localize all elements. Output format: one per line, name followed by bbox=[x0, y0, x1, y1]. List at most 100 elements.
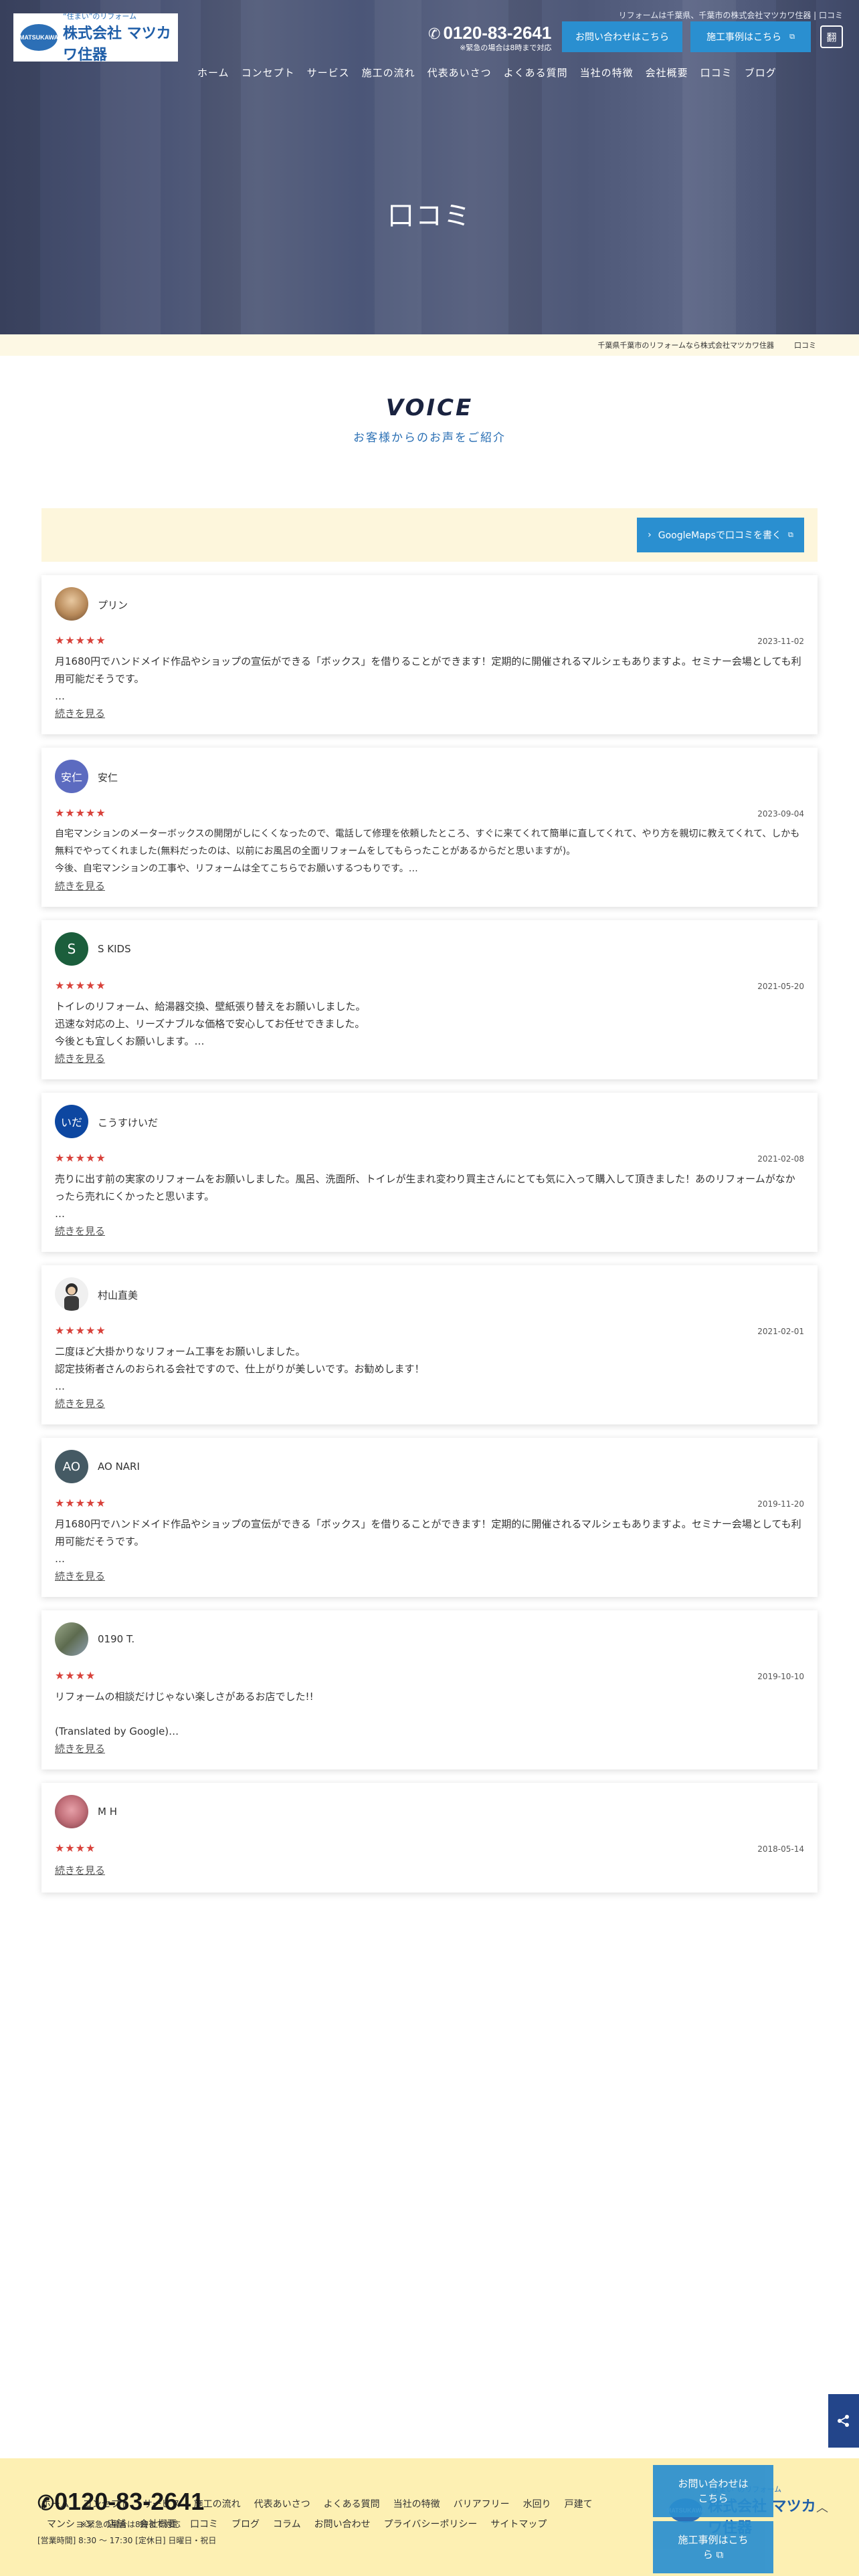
rating-stars: ★★★★★ bbox=[55, 1152, 106, 1164]
footer-link[interactable]: お問い合わせ bbox=[314, 2517, 371, 2531]
read-more-link[interactable]: 続きを見る bbox=[55, 1741, 105, 1755]
translate-icon[interactable]: 翻 bbox=[820, 25, 843, 48]
rating-stars: ★★★★★ bbox=[55, 634, 106, 647]
nav-home[interactable]: ホーム bbox=[197, 66, 229, 80]
footer-contact-button[interactable]: お問い合わせは こちら bbox=[653, 2465, 773, 2517]
share-button[interactable] bbox=[828, 2394, 859, 2448]
avatar bbox=[55, 1277, 88, 1311]
nav-blog[interactable]: ブログ bbox=[745, 66, 777, 80]
footer-link[interactable]: バリアフリー bbox=[454, 2497, 510, 2510]
read-more-link[interactable]: 続きを見る bbox=[55, 879, 105, 893]
review-card: AO AO NARI ★★★★★ 2019-11-20 月1680円でハンドメイ… bbox=[41, 1438, 818, 1597]
review-text: 売りに出す前の実家のリフォームをお願いしました。風呂、洗面所、トイレが生まれ変わ… bbox=[55, 1173, 795, 1220]
read-more-link[interactable]: 続きを見る bbox=[55, 1396, 105, 1410]
gmaps-button-label: GoogleMapsで口コミを書く bbox=[658, 530, 781, 541]
avatar: 安仁 bbox=[55, 760, 88, 793]
nav-reviews[interactable]: 口コミ bbox=[700, 66, 733, 80]
reviewer-name: M H bbox=[98, 1806, 117, 1818]
rating-stars: ★★★★ bbox=[55, 1669, 96, 1682]
footer-link[interactable]: 代表あいさつ bbox=[254, 2497, 310, 2510]
phone-icon: ✆ bbox=[428, 26, 441, 43]
rating-stars: ★★★★★ bbox=[55, 979, 106, 992]
footer-tel[interactable]: ✆0120-83-2641 bbox=[37, 2488, 204, 2516]
review-text: 二度ほど大掛かりなリフォーム工事をお願いしました。 認定技術者さんのおられる会社… bbox=[55, 1346, 425, 1392]
gmaps-review-button[interactable]: › GoogleMapsで口コミを書く ⧉ bbox=[637, 518, 804, 552]
read-more-link[interactable]: 続きを見る bbox=[55, 706, 105, 720]
logo-catch: “住まい”のリフォーム bbox=[63, 12, 137, 21]
breadcrumb: 千葉県千葉市のリフォームなら株式会社マツカワ住器 口コミ bbox=[0, 334, 859, 356]
avatar bbox=[55, 587, 88, 621]
footer-link[interactable]: 戸建て bbox=[565, 2497, 593, 2510]
logo-mark: MATSUKAWA bbox=[19, 24, 58, 51]
review-card: プリン ★★★★★ 2023-11-02 月1680円でハンドメイド作品やショッ… bbox=[41, 575, 818, 734]
site-logo[interactable]: MATSUKAWA “住まい”のリフォーム 株式会社 マツカワ住器 bbox=[13, 11, 178, 64]
footer-link[interactable]: よくある質問 bbox=[324, 2497, 380, 2510]
logo-text: “住まい”のリフォーム 株式会社 マツカワ住器 bbox=[63, 11, 171, 64]
share-icon bbox=[838, 2415, 849, 2427]
review-card: 0190 T. ★★★★ 2019-10-10 リフォームの相談だけじゃない楽し… bbox=[41, 1610, 818, 1769]
gmaps-bar: › GoogleMapsで口コミを書く ⧉ bbox=[41, 508, 818, 562]
section-subtitle: お客様からのお声をご紹介 bbox=[353, 431, 506, 445]
page-title: 口コミ bbox=[387, 201, 472, 231]
nav-company[interactable]: 会社概要 bbox=[646, 66, 688, 80]
read-more-link[interactable]: 続きを見る bbox=[55, 1569, 105, 1583]
footer-link[interactable]: プライバシーポリシー bbox=[384, 2517, 478, 2531]
nav-greeting[interactable]: 代表あいさつ bbox=[427, 66, 492, 80]
reviewer-name: 0190 T. bbox=[98, 1633, 135, 1645]
breadcrumb-parent[interactable]: 千葉県千葉市のリフォームなら株式会社マツカワ住器 bbox=[597, 340, 774, 350]
tel-note: ※緊急の場合は8時まで対応 bbox=[460, 43, 552, 52]
footer-link[interactable]: ブログ bbox=[231, 2517, 260, 2531]
footer: ホーム コンセプト サービス 施工の流れ 代表あいさつ よくある質問 当社の特徴… bbox=[0, 2458, 859, 2576]
footer-hours: [営業時間] 8:30 〜 17:30 [定休日] 日曜日・祝日 bbox=[37, 2536, 217, 2545]
tel-number: 0120-83-2641 bbox=[443, 23, 552, 43]
review-date: 2019-11-20 bbox=[757, 1499, 804, 1509]
person-photo bbox=[64, 1283, 79, 1311]
avatar: いだ bbox=[55, 1105, 88, 1138]
footer-link[interactable]: 当社の特徴 bbox=[393, 2497, 440, 2510]
footer-link[interactable]: 口コミ bbox=[190, 2517, 218, 2531]
review-card: S S KIDS ★★★★★ 2021-05-20 トイレのリフォーム、給湯器交… bbox=[41, 920, 818, 1079]
nav-features[interactable]: 当社の特徴 bbox=[580, 66, 634, 80]
review-date: 2021-05-20 bbox=[757, 982, 804, 991]
external-link-icon: ⧉ bbox=[789, 32, 795, 41]
review-card: M H ★★★★ 2018-05-14 続きを見る bbox=[41, 1783, 818, 1893]
nav-concept[interactable]: コンセプト bbox=[242, 66, 295, 80]
rating-stars: ★★★★ bbox=[55, 1842, 96, 1854]
avatar bbox=[55, 1622, 88, 1656]
contact-button[interactable]: お問い合わせはこちら bbox=[562, 21, 682, 52]
review-date: 2019-10-10 bbox=[757, 1672, 804, 1681]
section-title: VOICE bbox=[385, 395, 474, 421]
read-more-link[interactable]: 続きを見る bbox=[55, 1224, 105, 1238]
header-tel[interactable]: ✆ 0120-83-2641 ※緊急の場合は8時まで対応 bbox=[428, 23, 551, 53]
review-card: いだ こうすけいだ ★★★★★ 2021-02-08 売りに出す前の実家のリフォ… bbox=[41, 1093, 818, 1252]
nav-faq[interactable]: よくある質問 bbox=[504, 66, 568, 80]
logo-name: 株式会社 マツカワ住器 bbox=[63, 25, 171, 64]
phone-icon: ✆ bbox=[37, 2492, 55, 2514]
nav-flow[interactable]: 施工の流れ bbox=[362, 66, 415, 80]
review-text: 月1680円でハンドメイド作品やショップの宣伝ができる「ボックス」を借りることが… bbox=[55, 1518, 801, 1565]
reviewer-name: 村山直美 bbox=[98, 1289, 138, 1301]
chevron-right-icon: › bbox=[648, 530, 652, 540]
rating-stars: ★★★★★ bbox=[55, 807, 106, 819]
review-date: 2023-11-02 bbox=[757, 637, 804, 646]
works-button[interactable]: 施工事例はこちら ⧉ bbox=[690, 21, 811, 52]
review-date: 2018-05-14 bbox=[757, 1844, 804, 1854]
review-text: トイレのリフォーム、給湯器交換、壁紙張り替えをお願いしました。 迅速な対応の上、… bbox=[55, 1000, 366, 1047]
read-more-link[interactable]: 続きを見る bbox=[55, 1051, 105, 1065]
footer-emergency: ※緊急の場合は8時まで対応 bbox=[80, 2520, 181, 2529]
review-text: リフォームの相談だけじゃない楽しさがあるお店でした!! (Translated … bbox=[55, 1691, 314, 1737]
review-date: 2021-02-08 bbox=[757, 1154, 804, 1164]
page-top-icon[interactable]: ︿ bbox=[816, 2498, 828, 2516]
rating-stars: ★★★★★ bbox=[55, 1497, 106, 1509]
footer-works-button[interactable]: 施工事例はこち ら ⧉ bbox=[653, 2521, 773, 2573]
review-card: 村山直美 ★★★★★ 2021-02-01 二度ほど大掛かりなリフォーム工事をお… bbox=[41, 1265, 818, 1424]
nav-service[interactable]: サービス bbox=[307, 66, 350, 80]
footer-link[interactable]: コラム bbox=[273, 2517, 301, 2531]
reviewer-name: プリン bbox=[98, 599, 128, 611]
footer-tel-number: 0120-83-2641 bbox=[54, 2488, 205, 2515]
footer-link[interactable]: サイトマップ bbox=[490, 2517, 547, 2531]
reviewer-name: こうすけいだ bbox=[98, 1117, 159, 1129]
footer-link[interactable]: 水回り bbox=[523, 2497, 551, 2510]
read-more-link[interactable]: 続きを見る bbox=[55, 1863, 105, 1877]
hero: MATSUKAWA “住まい”のリフォーム 株式会社 マツカワ住器 リフォームは… bbox=[0, 0, 859, 334]
